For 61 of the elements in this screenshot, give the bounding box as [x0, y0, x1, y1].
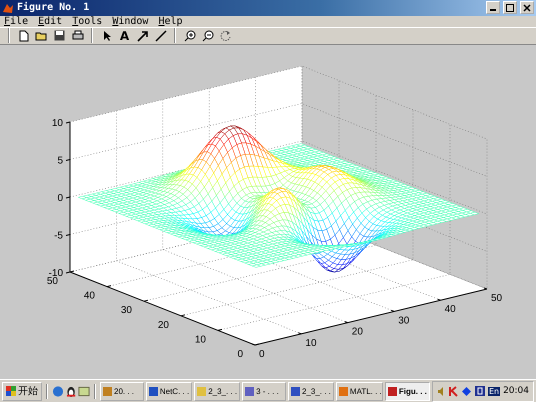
- zoom-in-button[interactable]: [183, 29, 196, 42]
- speaker-icon: [436, 386, 446, 397]
- menu-item[interactable]: File: [4, 16, 28, 27]
- taskbar-button[interactable]: NetC. . .: [146, 382, 192, 401]
- print-button[interactable]: [71, 29, 84, 42]
- taskbar-button[interactable]: 2_3_. . .: [288, 382, 334, 401]
- minimize-button[interactable]: [486, 1, 500, 14]
- maximize-icon: [506, 4, 514, 12]
- close-icon: [523, 4, 531, 12]
- tick-label: 30: [398, 315, 410, 326]
- app-icon: [197, 386, 206, 396]
- desktop-icon: [78, 384, 90, 398]
- tick-label: -5: [54, 230, 63, 242]
- taskbar-button[interactable]: Figu. . .: [384, 382, 430, 401]
- app-icon: [148, 386, 158, 396]
- menu-item[interactable]: Edit: [38, 16, 62, 27]
- taskbar-button[interactable]: 2_3_. . .: [194, 382, 240, 401]
- start-button[interactable]: 开始: [2, 382, 42, 401]
- close-button[interactable]: [520, 1, 534, 14]
- taskbar-button[interactable]: 3 - . . .: [242, 382, 286, 401]
- clock: 20:04: [503, 386, 529, 396]
- browser-icon: [52, 384, 64, 398]
- tick-label: 30: [120, 305, 132, 316]
- arrow-tool-button[interactable]: [136, 29, 149, 42]
- rotate-button[interactable]: [219, 29, 232, 42]
- app-icon: [290, 386, 300, 396]
- app-icon: [103, 386, 112, 396]
- tick-label: 50: [491, 293, 502, 304]
- tick-label: 0: [259, 349, 265, 360]
- windows-logo-icon: [6, 386, 16, 396]
- tick-label: 0: [237, 349, 243, 360]
- menu-item[interactable]: Window: [112, 16, 148, 27]
- k-icon: [448, 386, 458, 397]
- language-indicator[interactable]: En: [488, 386, 500, 396]
- save-button[interactable]: [53, 29, 66, 42]
- menu-item[interactable]: Tools: [72, 16, 102, 27]
- zoom-out-button[interactable]: [201, 29, 214, 42]
- tick-label: 50: [46, 276, 58, 288]
- new-file-button[interactable]: [17, 29, 30, 42]
- minimize-icon: [490, 9, 496, 12]
- app-icon: [388, 386, 397, 396]
- tick-label: 10: [52, 118, 63, 130]
- taskbar-button[interactable]: 20. . .: [100, 382, 144, 401]
- penguin-icon: [66, 384, 76, 398]
- app-icon: [338, 386, 348, 396]
- tick-label: 20: [352, 326, 363, 338]
- tick-label: 10: [194, 334, 206, 346]
- text-tool-button[interactable]: A: [118, 29, 131, 42]
- tick-label: 40: [444, 304, 456, 316]
- window-title: Figure No. 1: [17, 2, 90, 14]
- line-tool-button[interactable]: [154, 29, 167, 42]
- maximize-button[interactable]: [503, 1, 517, 14]
- tick-label: 20: [158, 320, 169, 331]
- app-icon: [245, 386, 254, 396]
- taskbar-button[interactable]: MATL. . .: [336, 382, 383, 401]
- tick-label: 5: [57, 156, 63, 167]
- tick-label: 40: [84, 290, 95, 302]
- diamond-icon: [460, 386, 472, 397]
- menu-item[interactable]: Help: [158, 16, 183, 27]
- tick-label: 10: [305, 338, 317, 349]
- tick-label: 0: [57, 193, 63, 204]
